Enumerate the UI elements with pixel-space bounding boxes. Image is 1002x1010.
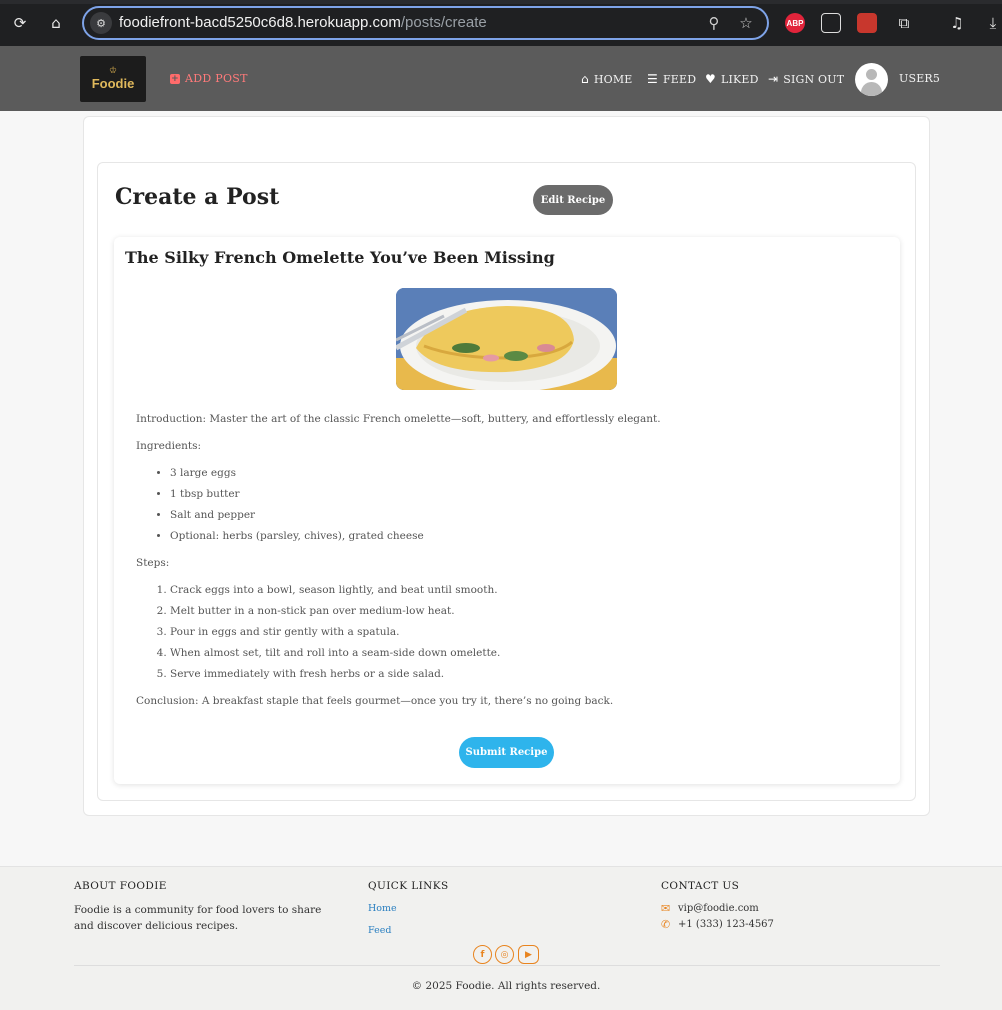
- reload-icon[interactable]: ⟳: [9, 12, 31, 34]
- add-post-link[interactable]: + ADD POST: [170, 72, 248, 85]
- nav-feed-link[interactable]: ☰ FEED: [647, 72, 696, 86]
- recipe-body: Introduction: Master the art of the clas…: [136, 412, 876, 708]
- ingredient-item: Salt and pepper: [170, 508, 876, 522]
- add-post-label: ADD POST: [185, 72, 248, 85]
- contact-phone[interactable]: ✆ +1 (333) 123-4567: [661, 918, 774, 931]
- steps-list: Crack eggs into a bowl, season lightly, …: [170, 583, 876, 681]
- footer-link-feed[interactable]: Feed: [368, 925, 391, 936]
- avatar-body: [861, 82, 882, 96]
- url-domain: foodiefront-bacd5250c6d8.herokuapp.com: [119, 14, 401, 31]
- about-text: Foodie is a community for food lovers to…: [74, 904, 322, 932]
- user-avatar[interactable]: [855, 63, 888, 96]
- browser-toolbar: ⟳ ⌂ ⚙ foodiefront-bacd5250c6d8.herokuapp…: [0, 0, 1002, 46]
- ingredient-item: Optional: herbs (parsley, chives), grate…: [170, 529, 876, 543]
- site-navbar: ♔ Foodie + ADD POST ⌂ HOME ☰ FEED ♥ LIKE…: [0, 46, 1002, 111]
- site-info-icon[interactable]: ⚙: [90, 12, 112, 34]
- nav-liked-link[interactable]: ♥ LIKED: [705, 72, 759, 86]
- recipe-conclusion: Conclusion: A breakfast staple that feel…: [136, 695, 614, 707]
- phone-icon: ✆: [661, 918, 671, 931]
- nav-signout-label: SIGN OUT: [783, 72, 845, 86]
- footer-divider: [74, 965, 940, 966]
- ingredients-list: 3 large eggs 1 tbsp butter Salt and pepp…: [170, 466, 876, 543]
- crown-icon: ♔: [108, 66, 118, 76]
- nav-liked-label: LIKED: [720, 72, 759, 86]
- home-icon[interactable]: ⌂: [45, 12, 67, 34]
- username-link[interactable]: USER5: [899, 72, 940, 85]
- email-text: vip@foodie.com: [678, 903, 759, 914]
- step-item: When almost set, tilt and roll into a se…: [170, 646, 876, 660]
- nav-home-link[interactable]: ⌂ HOME: [581, 72, 633, 86]
- step-item: Crack eggs into a bowl, season lightly, …: [170, 583, 876, 597]
- zoom-icon[interactable]: ⚲: [704, 13, 724, 33]
- list-icon: ☰: [647, 72, 658, 86]
- url-path: /posts/create: [400, 14, 487, 31]
- copyright-text: © 2025 Foodie. All rights reserved.: [411, 980, 601, 992]
- steps-label: Steps:: [136, 557, 170, 569]
- instagram-icon[interactable]: ◎: [495, 945, 514, 964]
- nav-feed-label: FEED: [662, 72, 697, 86]
- address-bar[interactable]: ⚙ foodiefront-bacd5250c6d8.herokuapp.com…: [82, 6, 769, 40]
- about-heading: ABOUT FOODIE: [74, 880, 167, 892]
- avatar-head: [866, 69, 877, 80]
- heart-icon: ♥: [705, 72, 716, 86]
- facebook-icon[interactable]: f: [473, 945, 492, 964]
- omelette-illustration: [396, 288, 617, 390]
- recipe-introduction: Introduction: Master the art of the clas…: [136, 413, 661, 425]
- edit-recipe-button[interactable]: Edit Recipe: [533, 185, 613, 215]
- ingredients-label: Ingredients:: [136, 440, 202, 452]
- media-control-icon[interactable]: ♫: [946, 12, 968, 34]
- footer-link-home[interactable]: Home: [368, 903, 397, 914]
- contact-heading: CONTACT US: [661, 880, 740, 892]
- adblock-extension-icon[interactable]: ABP: [785, 13, 805, 33]
- phone-text: +1 (333) 123-4567: [678, 919, 774, 930]
- envelope-icon: ✉: [661, 902, 671, 915]
- nav-signout-link[interactable]: ⇥ SIGN OUT: [768, 72, 844, 86]
- youtube-icon[interactable]: ▶: [518, 945, 539, 964]
- reading-list-extension-icon[interactable]: [821, 13, 841, 33]
- username-label: USER5: [899, 72, 941, 85]
- house-icon: ⌂: [581, 72, 589, 86]
- ingredient-item: 1 tbsp butter: [170, 487, 876, 501]
- submit-recipe-button[interactable]: Submit Recipe: [459, 737, 554, 768]
- download-icon[interactable]: ⤓: [982, 12, 1002, 34]
- quick-links-heading: QUICK LINKS: [368, 880, 449, 892]
- logo-text: Foodie: [91, 76, 135, 91]
- page-title: Create a Post: [115, 184, 280, 210]
- plus-square-icon: +: [170, 73, 180, 84]
- recipe-photo: [396, 288, 617, 390]
- contact-email[interactable]: ✉ vip@foodie.com: [661, 902, 759, 915]
- bookmark-star-icon[interactable]: ☆: [736, 13, 756, 33]
- extensions-puzzle-icon[interactable]: ⧉: [893, 12, 915, 34]
- url-text[interactable]: foodiefront-bacd5250c6d8.herokuapp.com/p…: [119, 14, 487, 31]
- nav-home-label: HOME: [593, 72, 633, 86]
- ingredient-item: 3 large eggs: [170, 466, 876, 480]
- recipe-title: The Silky French Omelette You’ve Been Mi…: [125, 248, 555, 267]
- step-item: Serve immediately with fresh herbs or a …: [170, 667, 876, 681]
- adblock-label: ABP: [786, 18, 804, 28]
- step-item: Melt butter in a non-stick pan over medi…: [170, 604, 876, 618]
- screenshot-extension-icon[interactable]: [857, 13, 877, 33]
- sign-out-icon: ⇥: [768, 72, 779, 86]
- tab-strip: [0, 0, 1002, 4]
- step-item: Pour in eggs and stir gently with a spat…: [170, 625, 876, 639]
- foodie-logo[interactable]: ♔ Foodie: [80, 56, 146, 102]
